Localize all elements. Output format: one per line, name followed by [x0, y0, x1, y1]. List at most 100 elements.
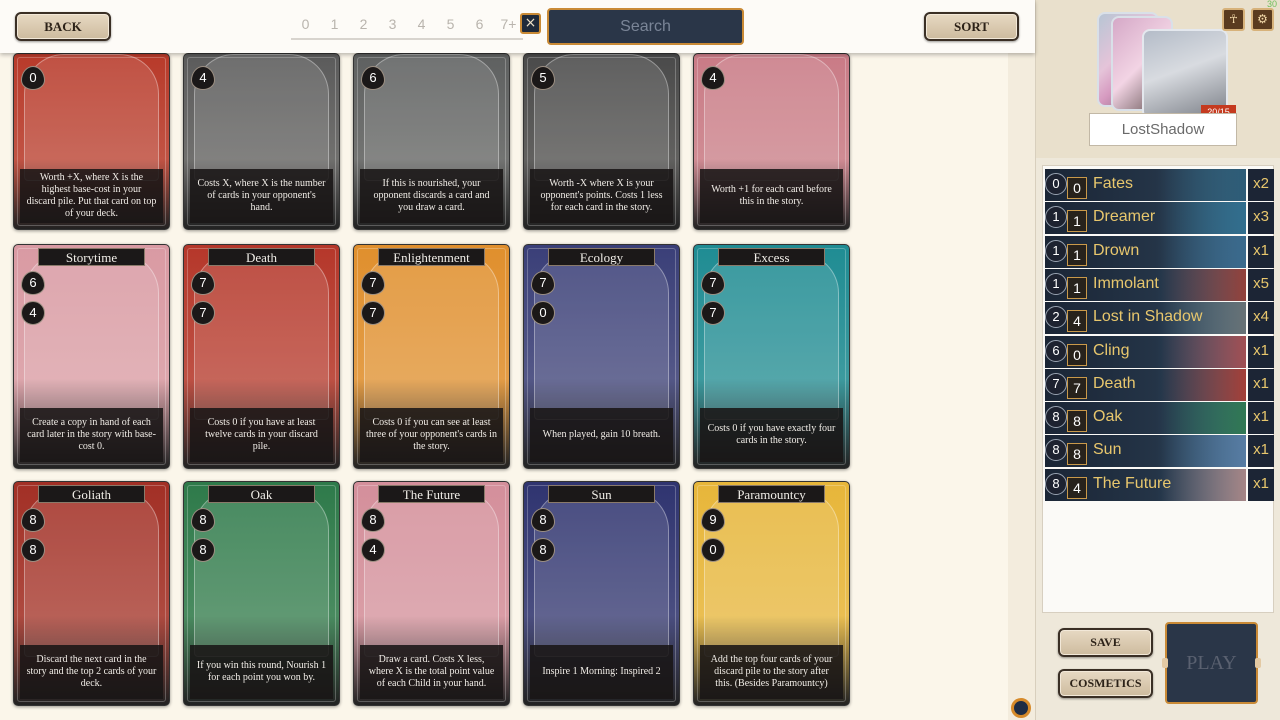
card-art: [194, 54, 329, 181]
cost-filter-3[interactable]: 3: [378, 12, 407, 40]
card-cost: 6: [21, 271, 45, 295]
deck-entry-art: [1161, 202, 1246, 235]
gear-icon[interactable]: ⚙: [1251, 8, 1274, 31]
save-button[interactable]: SAVE: [1058, 628, 1153, 657]
card-text: If this is nourished, your opponent disc…: [360, 169, 503, 223]
deck-entry-name: Fates: [1093, 175, 1134, 192]
card-sun[interactable]: Sun 8 8 Inspire 1 Morning: Inspired 2: [523, 481, 680, 706]
top-toolbar: BACK 0 1 2 3 4 5 6 7+ × SORT: [0, 0, 1035, 53]
card-goliath[interactable]: Goliath 8 8 Discard the next card in the st…: [13, 481, 170, 706]
card-title: Ecology: [548, 248, 655, 266]
card-oak[interactable]: Oak 8 8 If you win this round, Nourish 1 fo…: [183, 481, 340, 706]
deck-header: 20/15 LostShadow ☥ ⚙ 30: [1036, 0, 1280, 158]
deck-entry-dreamer[interactable]: 1 1 Dreamer: [1045, 202, 1246, 235]
card-points: 0: [531, 301, 555, 325]
deck-entry-art: [1161, 435, 1246, 468]
deck-entry-name: Drown: [1093, 241, 1140, 259]
cost-filter-5[interactable]: 5: [436, 12, 465, 40]
play-button[interactable]: PLAY: [1162, 622, 1261, 704]
person-icon[interactable]: ☥: [1222, 8, 1245, 31]
card-paramountcy[interactable]: Paramountcy 9 0 Add the top four cards of y…: [693, 481, 850, 706]
deck-list: 0 0 Fates x2 1 1 Dreamer x3 1 1 Drown x1 1 1 Immolant x…: [1042, 165, 1274, 613]
sort-button[interactable]: SORT: [924, 12, 1019, 41]
card-text: Add the top four cards of your discard p…: [700, 645, 843, 699]
card-grid: 0 Worth +X, where X is the highest base-c…: [0, 0, 1008, 720]
deck-entry-art: [1161, 402, 1246, 435]
card-art: [534, 490, 669, 657]
card-enlightenment[interactable]: Enlightenment 7 7 Costs 0 if you can see at…: [353, 244, 510, 469]
card-partial-3[interactable]: 6 If this is nourished, your opponent dis…: [353, 53, 510, 230]
deck-entry-art: [1161, 468, 1246, 501]
card-text: Costs 0 if you have exactly four cards i…: [700, 408, 843, 462]
deck-entry-immolant[interactable]: 1 1 Immolant: [1045, 268, 1246, 301]
deck-entry-points: 7: [1045, 372, 1067, 395]
card-title: Death: [208, 248, 315, 266]
deck-entry-name: Death: [1093, 374, 1136, 392]
deck-entry-lost-in-shadow[interactable]: 2 4 Lost in Shadow: [1045, 302, 1246, 335]
cosmetics-button[interactable]: COSMETICS: [1058, 669, 1153, 698]
deck-entry-cost: 0: [1067, 177, 1087, 199]
deck-entry-name: Sun: [1093, 441, 1122, 459]
card-points: 7: [191, 301, 215, 325]
card-title: The Future: [378, 485, 485, 503]
card-cost: 7: [531, 271, 555, 295]
card-points: 4: [21, 301, 45, 325]
card-cost: 0: [21, 66, 45, 90]
card-cost: 7: [701, 271, 725, 295]
back-button[interactable]: BACK: [15, 12, 111, 41]
deck-entry-drown[interactable]: 1 1 Drown: [1045, 235, 1246, 268]
card-art: [194, 253, 329, 420]
deck-entry-cost: 0: [1067, 343, 1087, 366]
deck-entry-count: x5: [1248, 268, 1274, 301]
card-cost: 8: [531, 508, 555, 532]
card-text: Costs X, where X is the number of cards …: [190, 169, 333, 223]
card-storytime[interactable]: Storytime 6 4 Create a copy in hand of each…: [13, 244, 170, 469]
cost-filter-1[interactable]: 1: [320, 12, 349, 40]
card-text: If you win this round, Nourish 1 for eac…: [190, 645, 333, 699]
card-partial-1[interactable]: 0 Worth +X, where X is the highest base-c…: [13, 53, 170, 230]
card-partial-2[interactable]: 4 Costs X, where X is the number of cards…: [183, 53, 340, 230]
deck-entry-count: x1: [1248, 235, 1274, 268]
scroll-indicator[interactable]: [1011, 698, 1031, 718]
card-cost: 4: [701, 66, 725, 90]
card-excess[interactable]: Excess 7 7 Costs 0 if you have exactly four…: [693, 244, 850, 469]
card-points: 7: [361, 301, 385, 325]
card-death[interactable]: Death 7 7 Costs 0 if you have at least twel…: [183, 244, 340, 469]
cost-filter-0[interactable]: 0: [291, 12, 320, 40]
card-art: [534, 54, 669, 181]
cost-filter-7-plus[interactable]: 7+: [494, 12, 523, 40]
deck-entry-points: 6: [1045, 339, 1067, 362]
cost-filter-6[interactable]: 6: [465, 12, 494, 40]
search-input[interactable]: [547, 8, 744, 45]
card-art: [194, 490, 329, 657]
deck-entry-fates[interactable]: 0 0 Fates: [1045, 169, 1246, 201]
card-cost: 8: [191, 508, 215, 532]
deck-entry-oak[interactable]: 8 8 Oak: [1045, 402, 1246, 435]
card-the-future[interactable]: The Future 8 4 Draw a card. Costs X less, w…: [353, 481, 510, 706]
deck-entry-death[interactable]: 7 7 Death: [1045, 368, 1246, 401]
card-text: Inspire 1 Morning: Inspired 2: [530, 645, 673, 699]
card-points: 7: [701, 301, 725, 325]
card-title: Storytime: [38, 248, 145, 266]
card-partial-4[interactable]: 5 Worth -X where X is your opponent's poi…: [523, 53, 680, 230]
deck-entry-the-future[interactable]: 8 4 The Future: [1045, 468, 1246, 501]
cost-filter-4[interactable]: 4: [407, 12, 436, 40]
card-partial-5[interactable]: 4 Worth +1 for each card before this in t…: [693, 53, 850, 230]
deck-entry-cost: 1: [1067, 243, 1087, 266]
deck-entry-name: Immolant: [1093, 274, 1159, 292]
deck-entry-cling[interactable]: 6 0 Cling: [1045, 335, 1246, 368]
deck-entry-count: x2: [1248, 169, 1274, 201]
card-title: Sun: [548, 485, 655, 503]
deck-name-field[interactable]: LostShadow: [1089, 113, 1237, 146]
card-cost: 6: [361, 66, 385, 90]
card-points: 0: [701, 538, 725, 562]
deck-entry-points: 1: [1045, 206, 1067, 229]
card-art: [364, 54, 499, 181]
card-text: Draw a card. Costs X less, where X is th…: [360, 645, 503, 699]
cost-filter-2[interactable]: 2: [349, 12, 378, 40]
deck-entry-sun[interactable]: 8 8 Sun: [1045, 435, 1246, 468]
deck-entry-art: [1161, 368, 1246, 401]
cost-filter-bar: 0 1 2 3 4 5 6 7+: [291, 12, 523, 40]
clear-filter-icon[interactable]: ×: [520, 13, 541, 34]
card-ecology[interactable]: Ecology 7 0 When played, gain 10 breath.: [523, 244, 680, 469]
